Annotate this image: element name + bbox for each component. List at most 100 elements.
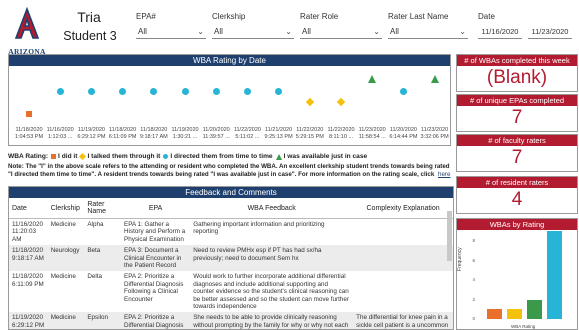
point-circle-directed[interactable] — [56, 87, 64, 95]
filter-epa[interactable]: EPA# All ⌄ — [136, 12, 206, 39]
filter-rater-last-name-label: Rater Last Name — [388, 12, 449, 21]
y-axis: 8 6 4 2 0 — [466, 233, 476, 329]
filter-rater-last-name[interactable]: Rater Last Name All ⌄ — [388, 12, 468, 39]
y-tick-label: 0 — [472, 316, 475, 321]
university-logo: ARIZONA — [6, 6, 48, 56]
table-row: 11/19/2020 6:29:12 PM Medicine Epsilon E… — [9, 312, 453, 329]
point-circle-directed[interactable] — [119, 87, 127, 95]
point-circle-directed[interactable] — [399, 87, 407, 95]
feedback-table: Date Clerkship Rater Name EPA WBA Feedba… — [9, 198, 453, 329]
point-circle-directed[interactable] — [87, 87, 95, 95]
filter-clerkship-label: Clerkship — [212, 12, 246, 21]
table-row: 11/16/2020 11:20:03 AM Medicine Alpha EP… — [9, 219, 453, 246]
cell-epa: EPA 2: Prioritize a Differential Diagnos… — [121, 312, 191, 329]
kpi-faculty-value: 7 — [511, 147, 523, 168]
kpi-resident-raters: # of resident raters 4 — [456, 176, 578, 214]
kpi-faculty-raters: # of faculty raters 7 — [456, 134, 578, 172]
column-header-complexity[interactable]: Complexity Explanation — [353, 198, 453, 219]
cell-date: 11/16/2020 11:20:03 AM — [12, 221, 44, 243]
point-diamond-talked[interactable] — [305, 97, 315, 107]
cell-rater: Beta — [84, 245, 121, 272]
filter-rater-last-name-select[interactable]: All ⌄ — [388, 25, 468, 39]
filter-date: Date 11/16/2020 11/23/2020 — [478, 12, 576, 39]
table-header-row: Date Clerkship Rater Name EPA WBA Feedba… — [9, 198, 453, 219]
cell-complexity — [353, 271, 453, 312]
wbas-by-rating-chart: WBAs by Rating Frequency 8 6 4 2 0 WBA Ratin… — [456, 218, 578, 330]
rating-legend: WBA Rating: I did it I talked them throu… — [8, 152, 454, 161]
chevron-down-icon: ⌄ — [459, 27, 466, 36]
legend-item-directed: I directed them from time to time — [170, 153, 273, 160]
cell-rater: Alpha — [87, 221, 104, 228]
cell-date: 11/18/2020 9:18:17 AM — [9, 245, 48, 272]
kpi-epas-title: # of unique EPAs completed — [457, 95, 577, 106]
filter-clerkship-value: All — [214, 27, 223, 36]
column-header-rater-name[interactable]: Rater Name — [84, 198, 121, 219]
kpi-faculty-title: # of faculty raters — [457, 135, 577, 146]
feedback-panel: Feedback and Comments Date Clerkship Rat… — [8, 186, 454, 330]
chart-plot-area: 11/18/2020 1:04:53 PM 11/16/2020 1:12:03 … — [9, 55, 452, 147]
filter-epa-label: EPA# — [136, 12, 156, 21]
date-end-input[interactable]: 11/23/2020 — [528, 25, 572, 39]
bars-area — [477, 231, 577, 329]
cell-epa: EPA 2: Prioritize a Differential Diagnos… — [124, 273, 184, 303]
cell-complexity — [353, 245, 453, 272]
column-header-date[interactable]: Date — [9, 198, 48, 219]
chevron-down-icon: ⌄ — [197, 27, 204, 36]
rating-note: Note: The "I" in the above scale refers … — [8, 163, 454, 178]
rating-bar[interactable] — [527, 299, 542, 319]
column-header-wba-feedback[interactable]: WBA Feedback — [190, 198, 354, 219]
rating-bar[interactable] — [507, 309, 522, 319]
rating-bar[interactable] — [547, 231, 562, 319]
cell-epa: EPA 1: Gather a History and Perform a Ph… — [124, 221, 186, 243]
legend-square-icon — [51, 154, 57, 159]
filter-rater-role-label: Rater Role — [300, 12, 339, 21]
kpi-epas-value: 7 — [511, 107, 523, 128]
arizona-a-logo-icon — [14, 6, 40, 39]
cell-complexity — [353, 219, 453, 246]
point-circle-directed[interactable] — [212, 87, 220, 95]
rating-bar[interactable] — [487, 309, 502, 319]
legend-item-did-it: I did it — [58, 153, 78, 160]
cell-feedback: She needs to be able to provide clinical… — [190, 312, 354, 329]
cell-complexity: The differential for knee pain in a sick… — [353, 312, 453, 329]
filter-rater-last-name-value: All — [390, 27, 399, 36]
point-circle-directed[interactable] — [150, 87, 158, 95]
kpi-wbas-this-week: # of WBAs completed this week (Blank) — [456, 54, 578, 92]
legend-diamond-icon — [79, 152, 87, 161]
kpi-resident-title: # of resident raters — [457, 177, 577, 188]
note-here-link[interactable]: here — [438, 171, 450, 178]
wbas-by-rating-title: WBAs by Rating — [457, 219, 577, 230]
point-triangle-available[interactable] — [430, 75, 439, 83]
cell-feedback: Need to review PMHx esp if PT has had sx… — [190, 245, 354, 272]
filter-epa-value: All — [138, 27, 147, 36]
point-square-did-it[interactable] — [26, 111, 32, 117]
filter-rater-role-select[interactable]: All ⌄ — [300, 25, 382, 39]
point-triangle-available[interactable] — [368, 75, 377, 83]
x-axis-label: WBA Rating — [511, 324, 536, 329]
wba-rating-chart: WBA Rating by Date 11/18/2020 1:04:53 PM… — [8, 54, 451, 146]
kpi-wbas-title: # of WBAs completed this week — [457, 55, 577, 66]
filter-epa-select[interactable]: All ⌄ — [136, 25, 206, 39]
filter-rater-role[interactable]: Rater Role All ⌄ — [300, 12, 382, 39]
date-start-input[interactable]: 11/16/2020 — [478, 25, 522, 39]
feedback-title: Feedback and Comments — [9, 187, 453, 198]
legend-circle-icon — [163, 154, 169, 159]
point-circle-directed[interactable] — [243, 87, 251, 95]
table-row: 11/18/2020 9:18:17 AM Neurology Beta EPA… — [9, 245, 453, 272]
cell-clerkship: Medicine — [50, 273, 76, 281]
point-circle-directed[interactable] — [181, 87, 189, 95]
cell-rater: Delta — [87, 273, 103, 281]
point-circle-directed[interactable] — [275, 87, 283, 95]
table-scrollbar[interactable] — [447, 211, 452, 261]
column-header-epa[interactable]: EPA — [121, 198, 191, 219]
filter-clerkship[interactable]: Clerkship All ⌄ — [212, 12, 294, 39]
note-text: Note: The "I" in the above scale refers … — [8, 163, 450, 178]
chevron-down-icon: ⌄ — [373, 27, 380, 36]
column-header-clerkship[interactable]: Clerkship — [47, 198, 85, 219]
cell-feedback: Gathering important information and prio… — [193, 221, 325, 236]
y-tick-label: 8 — [472, 238, 475, 243]
filter-clerkship-select[interactable]: All ⌄ — [212, 25, 294, 39]
kpi-unique-epas: # of unique EPAs completed 7 — [456, 94, 578, 132]
cell-rater: Epsilon — [84, 312, 121, 329]
point-diamond-talked[interactable] — [336, 97, 346, 107]
